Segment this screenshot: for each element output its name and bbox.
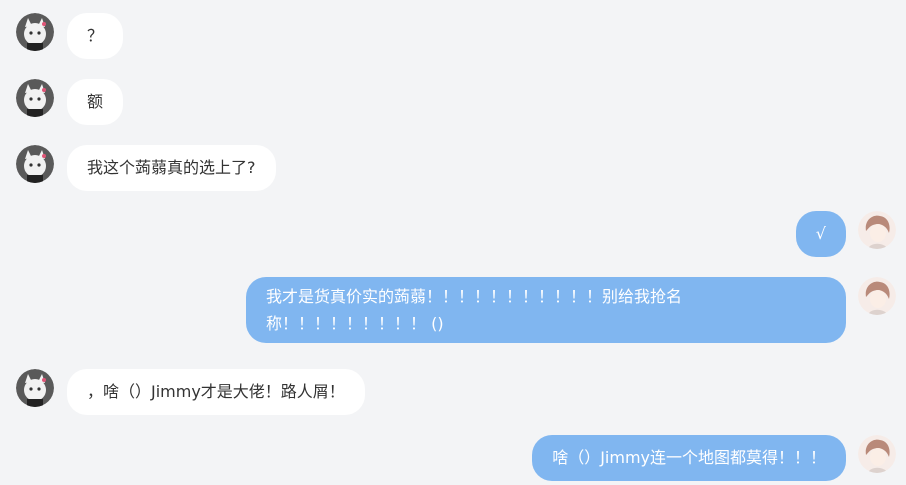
avatar-cat[interactable] <box>16 13 54 51</box>
message-bubble[interactable]: 我这个蒟蒻真的选上了? <box>67 145 276 191</box>
avatar-anime-boy[interactable] <box>858 435 896 473</box>
message-bubble[interactable]: ？ <box>67 13 124 59</box>
message-bubble[interactable]: ，啥（）Jimmy才是大佬！路人屑！ <box>67 369 365 415</box>
message-bubble[interactable]: 啥（）Jimmy连一个地图都莫得！！！ <box>532 435 846 481</box>
message-bubble[interactable]: √ <box>795 211 846 257</box>
avatar-cat[interactable] <box>16 369 54 407</box>
avatar-cat[interactable] <box>16 79 54 117</box>
avatar-anime-boy[interactable] <box>858 277 896 315</box>
avatar-cat[interactable] <box>16 145 54 183</box>
message-bubble[interactable]: 我才是货真价实的蒟蒻！！！！！！！！！！！别给我抢名称！！！！！！！！！ () <box>246 277 846 343</box>
message-bubble[interactable]: 额 <box>67 79 124 125</box>
chat-thread: ？ 额 我这个蒟蒻真的选上了? √ 我才是货真价实的蒟蒻！！！！！！！！！！！别… <box>0 0 906 485</box>
avatar-anime-boy[interactable] <box>858 211 896 249</box>
